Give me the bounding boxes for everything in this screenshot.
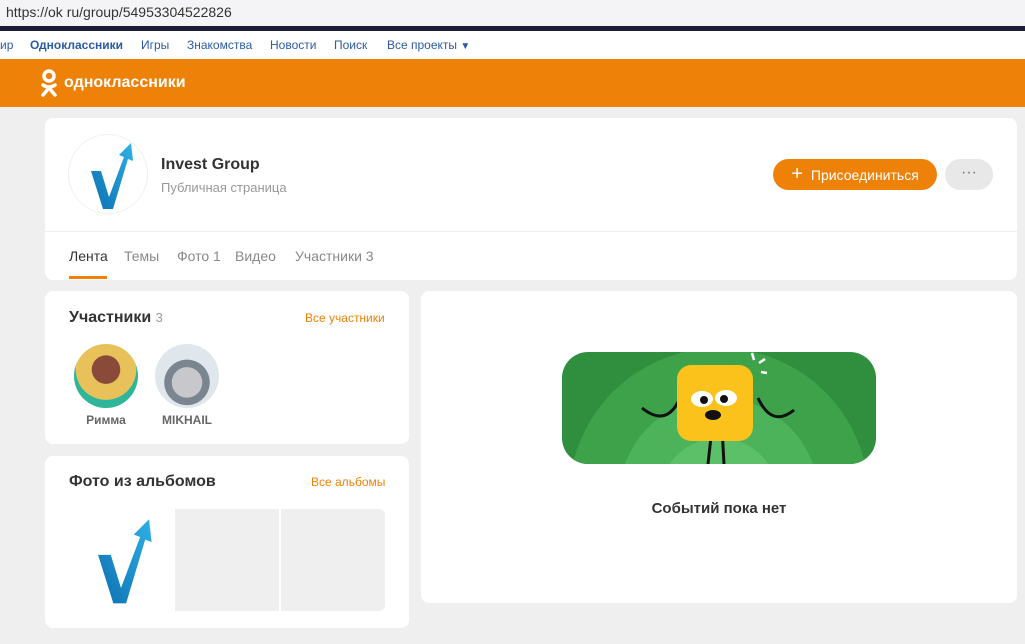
members-title-text: Участники [69, 309, 152, 326]
plus-icon: + [791, 163, 803, 185]
empty-feed-illustration [562, 348, 876, 471]
join-button[interactable]: + Присоединиться [773, 159, 937, 190]
logo-text: одноклассники [64, 74, 186, 91]
tab-video[interactable]: Видео [235, 248, 276, 264]
members-count: 3 [155, 310, 163, 325]
member-avatar-mikhail[interactable] [155, 344, 219, 408]
nav-item-search[interactable]: Поиск [334, 38, 367, 52]
join-label: Присоединиться [810, 166, 919, 183]
photos-title: Фото из альбомов [69, 473, 216, 490]
ok-logo-icon [41, 69, 57, 97]
nav-item-dating[interactable]: Знакомства [187, 38, 252, 52]
shrug-character-icon [562, 352, 876, 465]
group-type: Публичная страница [161, 180, 287, 195]
all-projects-label: Все проекты [387, 38, 458, 52]
album-photo-placeholder [175, 509, 279, 611]
member-name[interactable]: MIKHAIL [147, 413, 227, 427]
more-button[interactable]: ··· [945, 159, 993, 190]
address-bar[interactable]: https://ok ru/group/54953304522826 [0, 0, 1025, 26]
member-name[interactable]: Римма [66, 413, 146, 427]
ok-logo[interactable]: одноклассники [40, 69, 186, 97]
v-arrow-logo-icon [98, 519, 152, 604]
empty-feed-text: Событий пока нет [651, 500, 787, 517]
members-title: Участники 3 [69, 309, 163, 327]
caret-down-icon: ▼ [460, 41, 471, 52]
member-avatar-rimma[interactable] [74, 344, 138, 408]
album-photo-placeholder [281, 509, 385, 611]
nav-item-games[interactable]: Игры [141, 38, 169, 52]
tab-topics[interactable]: Темы [124, 248, 159, 264]
top-nav: ир Одноклассники Игры Знакомства Новости… [0, 31, 1025, 59]
nav-item-all-projects[interactable]: Все проекты ▼ [387, 38, 470, 52]
divider [45, 231, 1017, 232]
nav-item-mir[interactable]: ир [0, 38, 13, 52]
tab-members[interactable]: Участники 3 [295, 248, 374, 264]
tab-photos[interactable]: Фото 1 [177, 248, 221, 264]
tab-feed[interactable]: Лента [69, 248, 108, 264]
all-members-link[interactable]: Все участники [305, 311, 385, 325]
site-header: одноклассники [0, 59, 1025, 107]
album-photo[interactable] [69, 509, 173, 611]
group-avatar[interactable] [68, 134, 148, 214]
nav-item-ok[interactable]: Одноклассники [30, 38, 123, 52]
group-name: Invest Group [161, 156, 260, 173]
v-arrow-logo-icon [91, 143, 133, 209]
all-albums-link[interactable]: Все альбомы [311, 475, 385, 489]
active-tab-indicator [69, 276, 107, 279]
nav-item-news[interactable]: Новости [270, 38, 316, 52]
